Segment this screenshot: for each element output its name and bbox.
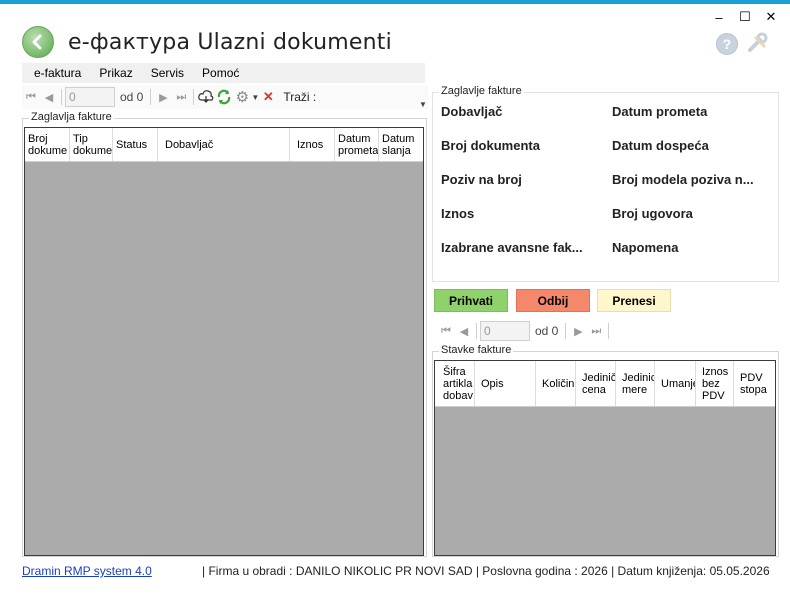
items-page-count-label: od 0	[535, 324, 559, 338]
first-page-icon[interactable]: ⏮	[437, 322, 455, 340]
menu-item-efaktura[interactable]: e-faktura	[34, 66, 81, 80]
field-broj-modela: Broj modela poziva n...	[612, 172, 754, 187]
delete-icon[interactable]: ✕	[259, 88, 277, 106]
main-toolbar: ⏮ ◀ 0 od 0 ▶ ⏭ ⚙ ▼ ✕ Traži : ▼	[22, 85, 428, 109]
column-header[interactable]: Tip dokume	[70, 128, 113, 161]
column-header[interactable]: Iznos bez PDV	[696, 361, 734, 406]
next-page-icon[interactable]: ▶	[569, 322, 587, 340]
help-icon[interactable]: ?	[716, 33, 738, 55]
field-iznos: Iznos	[441, 206, 475, 221]
menu-bar: e-faktura Prikaz Servis Pomoć	[22, 63, 425, 83]
back-arrow-icon	[32, 34, 42, 50]
column-header[interactable]: Dobavljač	[158, 128, 290, 161]
menu-item-servis[interactable]: Servis	[151, 66, 184, 80]
prev-page-icon[interactable]: ◀	[40, 88, 58, 106]
toolbar-separator	[193, 89, 195, 105]
column-header[interactable]: PDV stopa	[734, 361, 775, 406]
field-broj-ugovora: Broj ugovora	[612, 206, 693, 221]
column-header[interactable]: Količin	[536, 361, 576, 406]
column-header[interactable]: Datum slanja	[379, 128, 423, 161]
column-header[interactable]: Iznos	[290, 128, 335, 161]
items-grid[interactable]: Šifra artikla dobav Opis Količin Jedinič…	[434, 360, 776, 556]
menu-item-pomoc[interactable]: Pomoć	[202, 66, 239, 80]
last-page-icon[interactable]: ⏭	[172, 88, 190, 106]
last-page-icon[interactable]: ⏭	[587, 322, 605, 340]
refresh-icon[interactable]	[215, 88, 233, 106]
reject-button[interactable]: Odbij	[516, 289, 590, 312]
page-title: e-фактура Ulazni dokumenti	[68, 29, 392, 55]
column-header[interactable]: Broj dokume	[25, 128, 70, 161]
system-version-link[interactable]: Dramin RMP system 4.0	[22, 564, 202, 578]
close-button[interactable]: ✕	[758, 8, 784, 26]
column-header[interactable]: Šifra artikla dobav	[435, 361, 475, 406]
settings-tools-icon[interactable]	[746, 32, 770, 56]
column-header[interactable]: Opis	[475, 361, 536, 406]
maximize-button[interactable]: ☐	[732, 8, 758, 26]
headers-grid[interactable]: Broj dokume Tip dokume Status Dobavljač …	[24, 127, 424, 556]
toolbar-separator	[565, 323, 567, 339]
page-number-input[interactable]: 0	[65, 87, 115, 107]
detail-groupbox: Zaglavlje fakture Dobavljač Broj dokumen…	[432, 85, 779, 282]
minimize-button[interactable]: –	[706, 8, 732, 26]
headers-group-title: Zaglavlja fakture	[29, 111, 114, 123]
help-icons: ?	[716, 32, 770, 56]
menu-item-prikaz[interactable]: Prikaz	[99, 66, 132, 80]
field-poziv-na-broj: Poziv na broj	[441, 172, 522, 187]
toolbar-separator	[150, 89, 152, 105]
column-header[interactable]: Jedinič cena	[576, 361, 616, 406]
page-count-label: od 0	[120, 90, 144, 104]
status-bar: Dramin RMP system 4.0 | Firma u obradi :…	[22, 562, 782, 580]
field-avansne-fakture: Izabrane avansne fak...	[441, 240, 583, 255]
items-grid-header: Šifra artikla dobav Opis Količin Jedinič…	[435, 361, 775, 407]
column-header[interactable]: Datum prometa	[335, 128, 379, 161]
field-dobavljac: Dobavljač	[441, 104, 503, 119]
field-datum-prometa: Datum prometa	[612, 104, 708, 119]
items-page-number-input[interactable]: 0	[480, 321, 530, 341]
toolbar-separator	[608, 323, 610, 339]
toolbar-separator	[61, 89, 62, 105]
field-napomena: Napomena	[612, 240, 679, 255]
chevron-down-icon[interactable]: ▼	[251, 88, 259, 106]
column-header[interactable]: Jedinic mere	[616, 361, 655, 406]
title-area: e-фактура Ulazni dokumenti	[22, 24, 392, 60]
cloud-download-icon[interactable]	[197, 88, 215, 106]
column-header[interactable]: Umanje	[655, 361, 696, 406]
field-broj-dokumenta: Broj dokumenta	[441, 138, 540, 153]
column-header[interactable]: Status	[113, 128, 158, 161]
accept-button[interactable]: Prihvati	[434, 289, 508, 312]
headers-grid-header: Broj dokume Tip dokume Status Dobavljač …	[25, 128, 423, 162]
gear-icon[interactable]: ⚙	[233, 88, 251, 106]
field-datum-dospeca: Datum dospeća	[612, 138, 709, 153]
items-toolbar: ⏮ ◀ 0 od 0 ▶ ⏭	[437, 319, 637, 343]
items-group-title: Stavke fakture	[439, 344, 514, 356]
status-info: | Firma u obradi : DANILO NIKOLIC PR NOV…	[202, 564, 770, 578]
window-accent-bar	[0, 0, 790, 4]
prev-page-icon[interactable]: ◀	[455, 322, 473, 340]
toolbar-separator	[476, 323, 477, 339]
next-page-icon[interactable]: ▶	[154, 88, 172, 106]
detail-group-title: Zaglavlje fakture	[439, 85, 524, 97]
window-controls: – ☐ ✕	[706, 8, 784, 26]
first-page-icon[interactable]: ⏮	[22, 88, 40, 106]
transfer-button[interactable]: Prenesi	[597, 289, 671, 312]
overflow-chevron-icon[interactable]: ▼	[418, 99, 428, 109]
search-label: Traži :	[283, 90, 317, 104]
back-button[interactable]	[22, 26, 54, 58]
